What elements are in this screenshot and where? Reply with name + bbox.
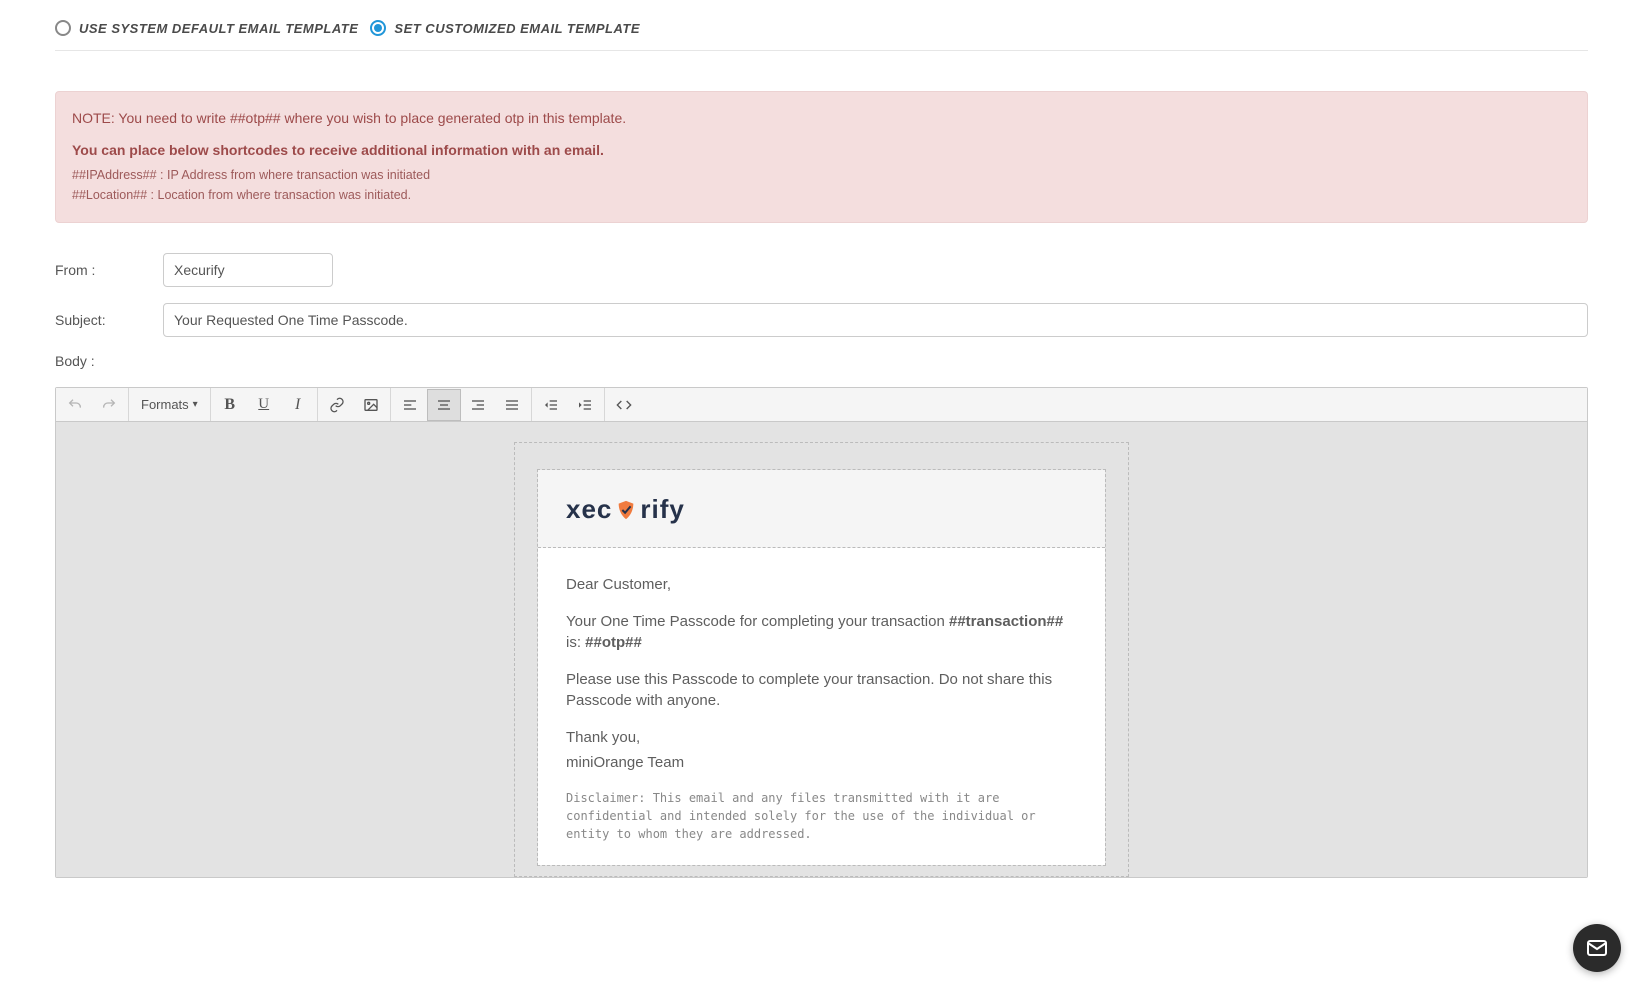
email-body: Dear Customer, Your One Time Passcode fo… [538, 548, 1105, 865]
link-icon [329, 397, 345, 413]
align-justify-button[interactable] [495, 389, 529, 421]
image-button[interactable] [354, 389, 388, 421]
outdent-icon [543, 397, 559, 413]
shield-icon [615, 499, 637, 521]
undo-button[interactable] [58, 389, 92, 421]
mail-icon [1585, 936, 1609, 960]
email-greeting: Dear Customer, [566, 574, 1077, 595]
link-button[interactable] [320, 389, 354, 421]
radio-set-custom[interactable]: SET CUSTOMIZED EMAIL TEMPLATE [370, 20, 640, 36]
note-box: NOTE: You need to write ##otp## where yo… [55, 91, 1588, 223]
formats-dropdown[interactable]: Formats ▾ [131, 389, 208, 421]
formats-label: Formats [141, 397, 189, 412]
italic-icon: I [295, 396, 300, 414]
radio-icon [55, 20, 71, 36]
editor-canvas[interactable]: xec rify Dear Customer, Your One Time Pa… [56, 422, 1587, 877]
subject-input[interactable] [163, 303, 1588, 337]
radio-label: SET CUSTOMIZED EMAIL TEMPLATE [394, 21, 640, 36]
email-instruction: Please use this Passcode to complete you… [566, 669, 1077, 711]
align-center-button[interactable] [427, 389, 461, 421]
redo-button[interactable] [92, 389, 126, 421]
italic-button[interactable]: I [281, 389, 315, 421]
editor-toolbar: Formats ▾ B U I [56, 388, 1587, 422]
indent-button[interactable] [568, 389, 602, 421]
note-intro: You can place below shortcodes to receiv… [72, 142, 1571, 158]
xecurify-logo: xec rify [566, 494, 685, 525]
bold-icon: B [224, 396, 235, 414]
undo-icon [67, 397, 83, 413]
radio-use-default[interactable]: USE SYSTEM DEFAULT EMAIL TEMPLATE [55, 20, 358, 36]
support-chat-button[interactable] [1573, 924, 1621, 972]
template-choice-group: USE SYSTEM DEFAULT EMAIL TEMPLATE SET CU… [55, 20, 1588, 36]
outdent-button[interactable] [534, 389, 568, 421]
rich-text-editor: Formats ▾ B U I [55, 387, 1588, 878]
underline-icon: U [258, 396, 269, 413]
divider [55, 50, 1588, 51]
note-shortcode-ip: ##IPAddress## : IP Address from where tr… [72, 168, 1571, 182]
indent-icon [577, 397, 593, 413]
body-label: Body : [55, 353, 1588, 369]
source-code-button[interactable] [607, 389, 641, 421]
align-left-icon [402, 397, 418, 413]
align-right-icon [470, 397, 486, 413]
radio-label: USE SYSTEM DEFAULT EMAIL TEMPLATE [79, 21, 358, 36]
email-header: xec rify [538, 470, 1105, 548]
align-left-button[interactable] [393, 389, 427, 421]
subject-label: Subject: [55, 312, 163, 328]
from-input[interactable] [163, 253, 333, 287]
email-thanks: Thank you, [566, 727, 1077, 748]
underline-button[interactable]: U [247, 389, 281, 421]
note-line-1: NOTE: You need to write ##otp## where yo… [72, 110, 1571, 126]
code-icon [616, 397, 632, 413]
redo-icon [101, 397, 117, 413]
chevron-down-icon: ▾ [193, 399, 198, 410]
note-shortcode-location: ##Location## : Location from where trans… [72, 188, 1571, 202]
email-otp-line: Your One Time Passcode for completing yo… [566, 611, 1077, 653]
image-icon [363, 397, 379, 413]
bold-button[interactable]: B [213, 389, 247, 421]
align-justify-icon [504, 397, 520, 413]
align-center-icon [436, 397, 452, 413]
radio-icon [370, 20, 386, 36]
from-label: From : [55, 262, 163, 278]
align-right-button[interactable] [461, 389, 495, 421]
email-disclaimer: Disclaimer: This email and any files tra… [566, 789, 1077, 843]
email-team: miniOrange Team [566, 752, 1077, 773]
